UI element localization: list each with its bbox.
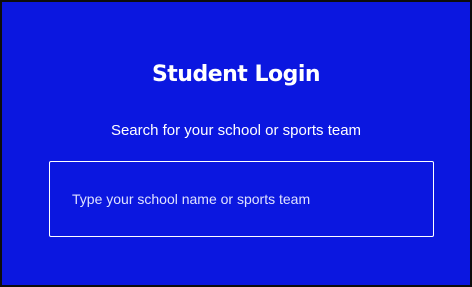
login-panel: Student Login Search for your school or … [0,0,472,287]
search-prompt: Search for your school or sports team [110,122,362,139]
page-title: Student Login [151,62,321,87]
school-search-input[interactable] [49,161,434,237]
